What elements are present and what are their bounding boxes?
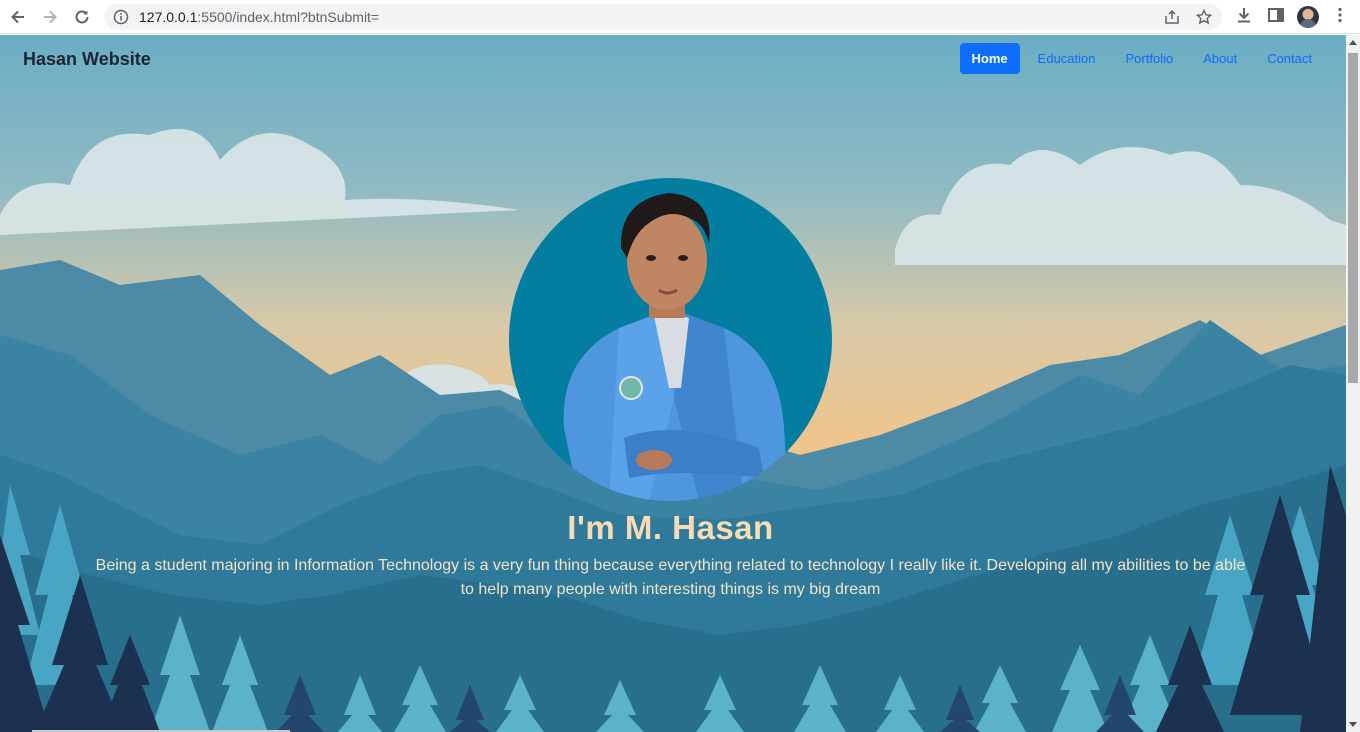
nav-link-about[interactable]: About (1191, 43, 1249, 74)
forward-button[interactable] (38, 5, 62, 29)
share-icon[interactable] (1164, 9, 1180, 25)
reload-button[interactable] (70, 5, 94, 29)
profile-photo (509, 178, 832, 501)
side-panel-icon[interactable] (1267, 6, 1285, 24)
back-button[interactable] (6, 5, 30, 29)
person-portrait-illustration (563, 193, 789, 501)
page-viewport: Hasan Website Home Education Portfolio A… (0, 35, 1346, 732)
hero-description: Being a student majoring in Information … (95, 557, 1246, 598)
nav-link-contact[interactable]: Contact (1255, 43, 1324, 74)
nav-link-portfolio[interactable]: Portfolio (1114, 43, 1186, 74)
profile-avatar[interactable] (1297, 6, 1319, 28)
nav-link-education[interactable]: Education (1026, 43, 1108, 74)
arrow-right-icon (44, 10, 57, 24)
url-text[interactable]: 127.0.0.1:5500/index.html?btnSubmit= (139, 9, 379, 25)
address-bar[interactable]: 127.0.0.1:5500/index.html?btnSubmit= (104, 4, 1222, 30)
info-icon[interactable] (113, 9, 129, 25)
scroll-down-arrow-icon[interactable] (1349, 722, 1357, 727)
bookmark-star-icon[interactable] (1196, 9, 1212, 25)
menu-kebab-icon[interactable] (1331, 6, 1349, 24)
nav-link-home[interactable]: Home (959, 43, 1020, 74)
site-brand[interactable]: Hasan Website (23, 49, 151, 70)
reload-icon (75, 10, 89, 24)
scroll-up-arrow-icon[interactable] (1349, 40, 1357, 45)
download-icon[interactable] (1235, 6, 1253, 24)
nav-menu: Home Education Portfolio About Contact (954, 43, 1324, 74)
url-path: :5500/index.html?btnSubmit= (197, 9, 380, 25)
hero-title: I'm M. Hasan (567, 509, 774, 546)
site-navbar: Hasan Website Home Education Portfolio A… (0, 35, 1346, 83)
vertical-scrollbar[interactable] (1346, 35, 1360, 732)
scrollbar-thumb[interactable] (1348, 53, 1358, 383)
arrow-left-icon (11, 10, 24, 24)
url-host: 127.0.0.1 (139, 9, 198, 25)
browser-toolbar: 127.0.0.1:5500/index.html?btnSubmit= (0, 0, 1360, 34)
